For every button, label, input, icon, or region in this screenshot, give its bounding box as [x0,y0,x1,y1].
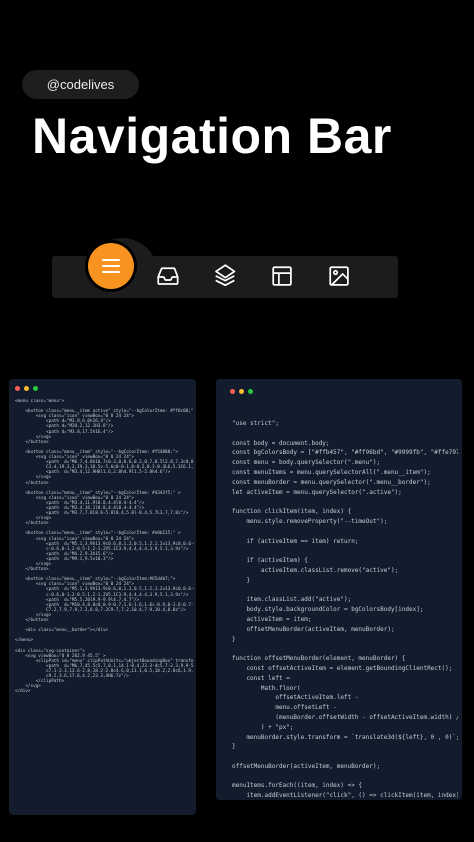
js-code: "use strict"; const body = document.body… [232,420,458,798]
menu-icon-line [102,259,120,261]
menu-icon-line [102,265,120,267]
menu-icon-line [102,271,120,273]
page-title: Navigation Bar [32,108,392,164]
layers-icon[interactable] [212,263,238,289]
layout-icon[interactable] [269,263,295,289]
html-code-window: <menu class="menu"> <button class="menu_… [9,379,196,815]
minimize-dot [24,386,29,391]
image-icon[interactable] [326,263,352,289]
window-controls [230,389,253,394]
username-badge: @codelives [22,70,139,99]
close-dot [15,386,20,391]
minimize-dot [239,389,244,394]
js-code-window: "use strict"; const body = document.body… [216,379,462,800]
close-dot [230,389,235,394]
window-controls [15,386,38,391]
menu-button[interactable] [88,243,134,289]
maximize-dot [248,389,253,394]
maximize-dot [33,386,38,391]
inbox-icon[interactable] [155,263,181,289]
html-code: <menu class="menu"> <button class="menu_… [15,399,194,695]
